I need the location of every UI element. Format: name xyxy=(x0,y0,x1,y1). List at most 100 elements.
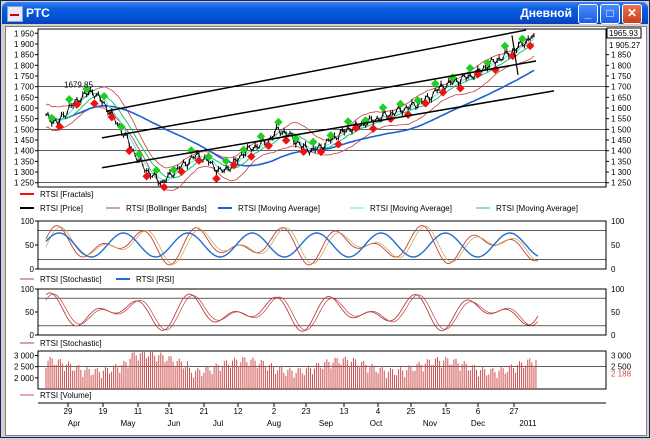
x-axis-month-label: Oct xyxy=(370,419,383,428)
volume-axis-label: 3 000 xyxy=(14,351,35,360)
x-axis-day-label: 29 xyxy=(64,407,73,416)
oscillator-1-right-axis-label: 50 xyxy=(611,241,620,250)
legend-price: RTSI [Price] xyxy=(40,204,83,213)
x-axis-day-label: 11 xyxy=(134,407,143,416)
price-axis-label: 1 600 xyxy=(14,104,35,113)
chart-app-icon xyxy=(7,6,23,22)
price-right-axis-label: 1 650 xyxy=(611,93,632,102)
legend-rsi: RTSI [RSI] xyxy=(136,275,174,284)
oscillator-2-axis-label: 100 xyxy=(21,285,35,294)
oscillator-1-right-axis-label: 100 xyxy=(611,217,625,226)
price-axis-label: 1 650 xyxy=(14,93,35,102)
oscillator-2-right-axis-label: 0 xyxy=(611,331,616,340)
x-axis-day-label: 23 xyxy=(302,407,311,416)
legend-fractals: RTSI [Fractals] xyxy=(40,190,93,199)
oscillator-1-axis-label: 50 xyxy=(25,241,34,250)
price-axis-label: 1 400 xyxy=(14,147,35,156)
x-axis-day-label: 21 xyxy=(200,407,209,416)
oscillator-1-axis-label: 0 xyxy=(30,265,35,274)
x-axis-day-label: 27 xyxy=(510,407,519,416)
x-axis-month-label: Jun xyxy=(168,419,181,428)
price-right-axis-label: 1 450 xyxy=(611,136,632,145)
x-axis-month-label: Apr xyxy=(68,419,81,428)
x-axis-day-label: 2 xyxy=(272,407,277,416)
legend-ma-short: RTSI [Moving Average] xyxy=(370,204,452,213)
x-axis-day-label: 12 xyxy=(234,407,243,416)
price-axis-label: 1 700 xyxy=(14,83,35,92)
price-axis-label: 1 250 xyxy=(14,179,35,188)
price-legend: RTSI [Fractals] RTSI [Price] RTSI [Bolli… xyxy=(20,190,578,213)
minimize-button[interactable]: _ xyxy=(578,4,598,24)
x-axis-day-label: 13 xyxy=(340,407,349,416)
x-axis-month-label: Nov xyxy=(423,419,437,428)
window-title: РТС xyxy=(26,6,50,20)
price-right-axis-label: 1 800 xyxy=(611,61,632,70)
last-price-label: 1965.93 xyxy=(609,29,638,38)
second-price-label: 1 905.27 xyxy=(609,41,641,50)
oscillator-1-axis-label: 100 xyxy=(21,217,35,226)
legend-stochastic-2: RTSI [Stochastic] xyxy=(40,339,102,348)
price-axis-label: 1 750 xyxy=(14,72,35,81)
price-axis-label: 1 500 xyxy=(14,125,35,134)
legend-ma-long: RTSI [Moving Average] xyxy=(238,204,320,213)
oscillator-1-right-axis-label: 0 xyxy=(611,265,616,274)
x-axis-month-label: May xyxy=(120,419,135,428)
oscillator-panel-1[interactable] xyxy=(37,220,607,270)
legend-bollinger: RTSI [Bollinger Bands] xyxy=(126,204,207,213)
x-axis-month-label: 2011 xyxy=(519,419,537,428)
x-axis-day-label: 25 xyxy=(407,407,416,416)
price-right-axis-label: 1 600 xyxy=(611,104,632,113)
oscillator-2-right-axis-label: 100 xyxy=(611,285,625,294)
price-axis-label: 1 350 xyxy=(14,157,35,166)
x-axis-month-label: Sep xyxy=(319,419,334,428)
price-right-axis-label: 1 550 xyxy=(611,115,632,124)
minimize-icon: _ xyxy=(584,6,592,20)
timeframe-label[interactable]: Дневной xyxy=(520,6,572,20)
price-right-axis-label: 1 250 xyxy=(611,179,632,188)
price-right-axis-label: 1 850 xyxy=(611,51,632,60)
x-axis-month-label: Aug xyxy=(267,419,281,428)
x-axis-month-label: Jul xyxy=(213,419,223,428)
oscillator-2-legend: RTSI [Stochastic] xyxy=(20,339,102,348)
price-right-axis-label: 1 500 xyxy=(611,125,632,134)
x-axis-day-label: 4 xyxy=(376,407,381,416)
price-axis-label: 1 850 xyxy=(14,51,35,60)
close-button[interactable]: ✕ xyxy=(622,4,642,24)
price-right-axis-label: 1 300 xyxy=(611,168,632,177)
volume-axis-label: 2 000 xyxy=(14,374,35,383)
volume-legend: RTSI [Volume] xyxy=(20,391,91,400)
maximize-icon: □ xyxy=(606,6,614,20)
legend-stochastic-1: RTSI [Stochastic] xyxy=(40,275,102,284)
legend-ma-mid: RTSI [Moving Average] xyxy=(496,204,578,213)
legend-volume: RTSI [Volume] xyxy=(40,391,91,400)
chart-area[interactable]: 1 950 1 900 1 850 1 800 1 750 1 700 1 650 1 600… xyxy=(5,26,647,436)
volume-right-axis-label: 3 000 xyxy=(611,351,632,360)
price-right-axis-label: 1 350 xyxy=(611,157,632,166)
price-axis-label: 1 900 xyxy=(14,40,35,49)
price-axis-label: 1 950 xyxy=(14,29,35,38)
x-axis-day-label: 15 xyxy=(442,407,451,416)
price-axis-label: 1 450 xyxy=(14,136,35,145)
price-axis-label: 1 300 xyxy=(14,168,35,177)
maximize-button[interactable]: □ xyxy=(600,4,620,24)
oscillator-2-right-axis-label: 50 xyxy=(611,308,620,317)
volume-panel[interactable] xyxy=(37,350,607,390)
price-right-axis-label: 1 700 xyxy=(611,83,632,92)
peak-price-label: 1679.85 xyxy=(64,81,93,90)
volume-axis-label: 2 500 xyxy=(14,363,35,372)
price-axis-label: 1 550 xyxy=(14,115,35,124)
x-axis-day-label: 19 xyxy=(99,407,108,416)
oscillator-1-legend: RTSI [Stochastic] RTSI [RSI] xyxy=(20,275,174,284)
price-right-axis-label: 1 750 xyxy=(611,72,632,81)
price-axis-label: 1 800 xyxy=(14,61,35,70)
x-axis-day-label: 6 xyxy=(476,407,481,416)
title-bar[interactable]: РТС Дневной _ □ ✕ xyxy=(2,2,648,24)
oscillator-2-axis-label: 50 xyxy=(25,308,34,317)
app-window: РТС Дневной _ □ ✕ 1 950 1 900 1 850 1 800 1 … xyxy=(0,0,650,438)
oscillator-2-axis-label: 0 xyxy=(30,331,35,340)
x-axis-month-label: Dec xyxy=(471,419,485,428)
chart-svg[interactable]: 1 9501 9001 8501 8001 7501 7001 6501 600… xyxy=(6,27,646,435)
price-right-axis-label: 1 400 xyxy=(611,147,632,156)
close-icon: ✕ xyxy=(626,6,638,20)
x-axis-day-label: 31 xyxy=(165,407,174,416)
